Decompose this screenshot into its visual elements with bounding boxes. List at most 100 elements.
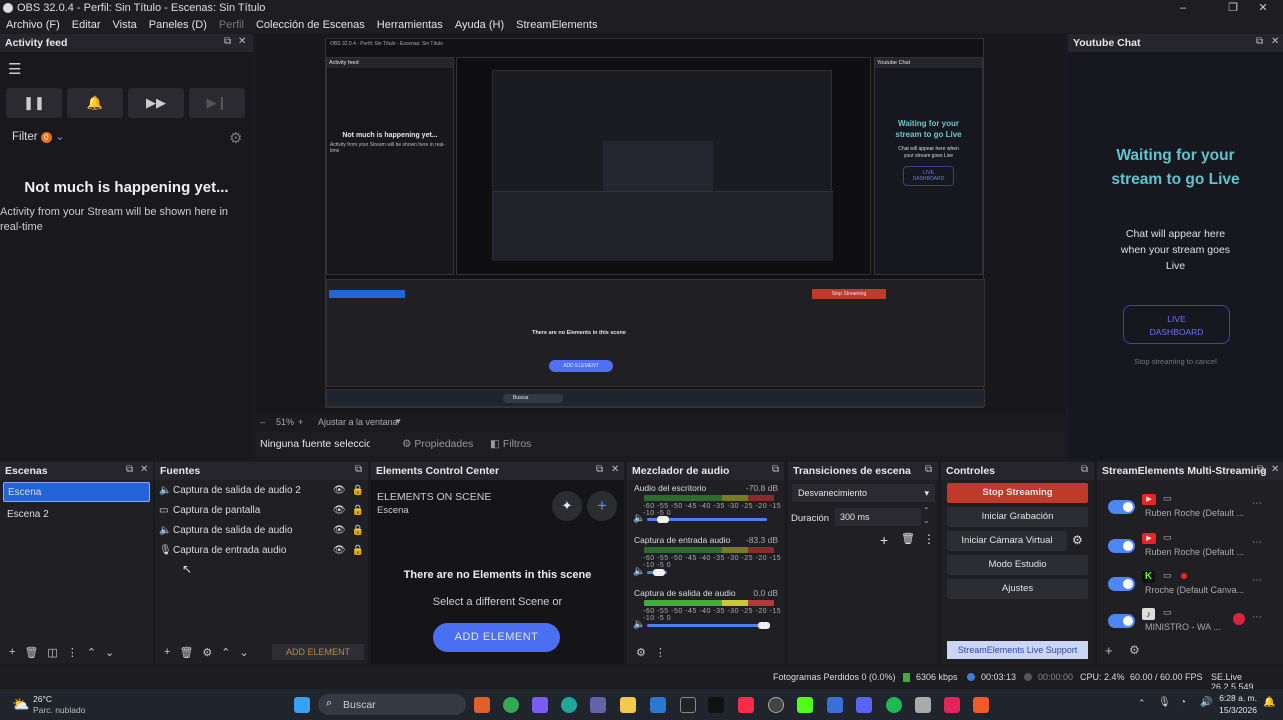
lock-icon[interactable]: 🔒 xyxy=(352,505,364,516)
float-icon[interactable]: ⧉ xyxy=(224,36,231,47)
live-dashboard-button[interactable]: LIVE DASHBOARD xyxy=(1123,305,1230,344)
edge-icon[interactable] xyxy=(561,697,577,713)
next-button[interactable]: ▶❙ xyxy=(189,88,245,118)
menu-streamelements[interactable]: StreamElements xyxy=(516,19,597,31)
stream-toggle[interactable] xyxy=(1108,539,1135,553)
gear-icon[interactable]: ⚙ xyxy=(202,646,212,659)
zoom-out-button[interactable]: – xyxy=(260,417,265,427)
virtual-camera-button[interactable]: Iniciar Cámara Virtual xyxy=(947,531,1067,551)
pause-button[interactable]: ❚❚ xyxy=(6,88,62,118)
teams-icon[interactable] xyxy=(590,697,606,713)
fit-window-label[interactable]: Ajustar a la ventana xyxy=(318,417,398,427)
speaker-icon[interactable]: 🔈 xyxy=(633,513,645,524)
down-icon[interactable]: ⌄ xyxy=(105,646,114,659)
store-icon[interactable] xyxy=(650,697,666,713)
float-icon[interactable]: ⧉ xyxy=(772,464,779,475)
app-icon[interactable] xyxy=(680,697,696,713)
float-icon[interactable]: ⧉ xyxy=(596,464,603,475)
tiktok-icon[interactable] xyxy=(708,697,724,713)
volume-knob[interactable] xyxy=(758,622,770,629)
close-icon[interactable]: ✕ xyxy=(1271,36,1279,47)
studio-mode-button[interactable]: Modo Estudio xyxy=(947,555,1088,575)
lock-icon[interactable]: 🔒 xyxy=(352,545,364,556)
stream-toggle[interactable] xyxy=(1108,577,1135,591)
scene-item[interactable]: Escena 2 xyxy=(3,504,150,524)
scene-item[interactable]: Escena xyxy=(3,482,150,502)
source-item[interactable]: ▭ Captura de pantalla 👁 🔒 xyxy=(155,500,368,520)
app-icon[interactable] xyxy=(827,697,843,713)
skip-button[interactable]: ▶▶ xyxy=(128,88,184,118)
volume-knob[interactable] xyxy=(653,569,665,576)
add-element-button[interactable]: ADD ELEMENT xyxy=(271,644,364,660)
obs-icon[interactable] xyxy=(768,697,784,713)
menu-archivo[interactable]: Archivo (F) xyxy=(6,19,60,31)
wifi-icon[interactable]: ◔ xyxy=(1180,697,1186,708)
trash-icon[interactable]: 🗑 xyxy=(24,646,38,659)
volume-knob[interactable] xyxy=(657,516,669,523)
gear-icon[interactable]: ⚙ xyxy=(636,646,646,659)
chrome-icon[interactable] xyxy=(503,697,519,713)
add-target-icon[interactable]: + xyxy=(1105,643,1113,658)
add-icon[interactable]: + xyxy=(9,646,15,658)
more-icon[interactable]: ⋯ xyxy=(1252,537,1262,548)
taskbar-search[interactable]: ⌕ Buscar xyxy=(318,694,466,715)
float-icon[interactable]: ⧉ xyxy=(1257,464,1264,475)
eye-icon[interactable]: 👁 xyxy=(333,505,346,516)
windows-start-icon[interactable] xyxy=(294,697,310,713)
close-icon[interactable]: ✕ xyxy=(1271,464,1279,475)
float-icon[interactable]: ⧉ xyxy=(1256,36,1263,47)
chevron-down-icon[interactable]: ⌄ xyxy=(55,131,65,143)
kick-icon[interactable] xyxy=(797,697,813,713)
preview-canvas[interactable]: OBS 32.0.4 - Perfil: Sin Título - Escena… xyxy=(256,34,1066,414)
start-recording-button[interactable]: Iniciar Grabación xyxy=(947,507,1088,527)
float-icon[interactable]: ⧉ xyxy=(355,464,362,475)
clock-date[interactable]: 15/3/2026 xyxy=(1211,705,1257,715)
eye-icon[interactable]: 👁 xyxy=(333,525,346,536)
menu-coleccion[interactable]: Colección de Escenas xyxy=(256,19,365,31)
menu-editar[interactable]: Editar xyxy=(72,19,101,31)
speaker-icon[interactable]: 🔈 xyxy=(633,566,645,577)
trash-icon[interactable]: 🗑 xyxy=(179,646,193,659)
settings-gear-icon[interactable]: ⚙ xyxy=(229,129,242,147)
lock-icon[interactable]: 🔒 xyxy=(352,525,364,536)
more-icon[interactable]: ⋯ xyxy=(1252,498,1262,509)
eye-icon[interactable]: 👁 xyxy=(333,485,346,496)
tray-chevron-icon[interactable]: ⌃ xyxy=(1138,698,1146,709)
float-icon[interactable]: ⧉ xyxy=(925,464,932,475)
source-item[interactable]: 🔈 Captura de salida de audio 2 👁 🔒 xyxy=(155,480,368,500)
float-icon[interactable]: ⧉ xyxy=(126,464,133,475)
add-transition-icon[interactable]: + xyxy=(880,532,888,548)
source-item[interactable]: 🎙 Captura de entrada audio 👁 🔒 xyxy=(155,540,368,560)
close-icon[interactable]: ✕ xyxy=(140,464,148,475)
gear-icon[interactable]: ⚙ xyxy=(1072,533,1083,547)
more-icon[interactable]: ⋯ xyxy=(1252,575,1262,586)
stream-toggle[interactable] xyxy=(1108,614,1135,628)
minimize-button[interactable]: – xyxy=(1163,0,1203,16)
transition-select[interactable]: Desvanecimiento ▾ xyxy=(792,484,935,502)
app-icon[interactable] xyxy=(474,697,490,713)
music-icon[interactable] xyxy=(738,697,754,713)
plus-icon[interactable]: + xyxy=(587,491,617,521)
settings-button[interactable]: Ajustes xyxy=(947,579,1088,599)
notification-icon[interactable]: 🔔 xyxy=(1263,697,1275,708)
mic-icon[interactable]: 🎙 xyxy=(1158,697,1171,708)
filters-button[interactable]: ◧ Filtros xyxy=(484,435,537,453)
filter-icon[interactable]: ◫ xyxy=(47,646,57,659)
brave-icon[interactable] xyxy=(973,697,989,713)
weather-icon[interactable]: ⛅ xyxy=(12,696,29,713)
add-icon[interactable]: + xyxy=(164,646,170,658)
menu-perfil[interactable]: Perfil xyxy=(219,19,244,31)
clock-time[interactable]: 6:28 a. m. xyxy=(1215,693,1257,703)
menu-herramientas[interactable]: Herramientas xyxy=(377,19,443,31)
app-icon[interactable] xyxy=(532,697,548,713)
live-support-button[interactable]: StreamElements Live Support xyxy=(947,641,1088,659)
more-icon[interactable]: ⋯ xyxy=(1252,612,1262,623)
filter-label[interactable]: Filter 0 ⌄ xyxy=(12,129,65,143)
down-icon[interactable]: ⌄ xyxy=(240,646,249,659)
source-item[interactable]: 🔈 Captura de salida de audio 👁 🔒 xyxy=(155,520,368,540)
stop-streaming-button[interactable]: Stop Streaming xyxy=(947,483,1088,503)
close-button[interactable]: ✕ xyxy=(1243,0,1283,16)
discord-icon[interactable] xyxy=(856,697,872,713)
scene-props-icon[interactable]: ⋮ xyxy=(67,646,78,659)
duration-input[interactable]: 300 ms xyxy=(835,508,921,526)
